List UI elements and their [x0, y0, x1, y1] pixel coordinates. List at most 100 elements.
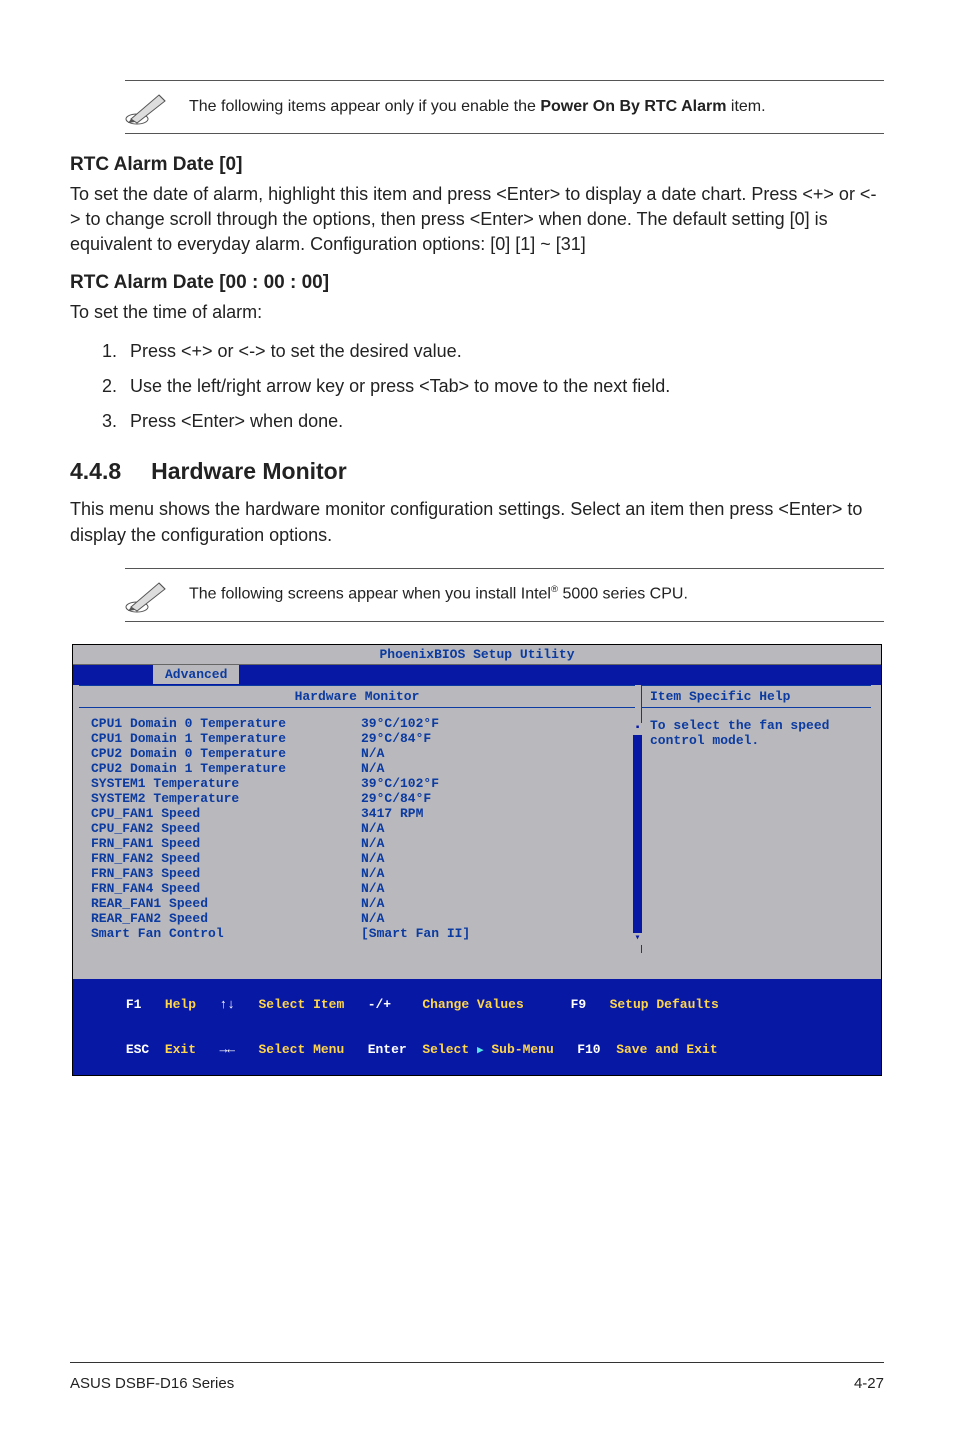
rtc-time-body: To set the time of alarm:: [70, 300, 884, 325]
bios-row-label: REAR_FAN1 Speed: [91, 896, 361, 911]
key-plusminus: -/+: [368, 997, 391, 1012]
bios-row-value: 39°C/102°F: [361, 716, 629, 731]
scrollbar-track[interactable]: [633, 723, 642, 945]
footer-save-exit: Save and Exit: [616, 1042, 717, 1057]
bios-row[interactable]: Smart Fan Control[Smart Fan II]: [91, 926, 629, 941]
rtc-time-steps: Press <+> or <-> to set the desired valu…: [70, 339, 884, 435]
bios-row[interactable]: FRN_FAN2 SpeedN/A: [91, 851, 629, 866]
bios-row[interactable]: CPU2 Domain 0 TemperatureN/A: [91, 746, 629, 761]
pencil-note-icon: [125, 89, 169, 125]
bios-row-label: CPU_FAN1 Speed: [91, 806, 361, 821]
bios-row-value: N/A: [361, 911, 629, 926]
note-text: The following screens appear when you in…: [189, 583, 688, 606]
bios-row[interactable]: CPU_FAN1 Speed3417 RPM: [91, 806, 629, 821]
bios-row-value: 3417 RPM: [361, 806, 629, 821]
key-f1: F1: [126, 997, 142, 1012]
bios-row[interactable]: FRN_FAN4 SpeedN/A: [91, 881, 629, 896]
bios-tab-bar: Advanced: [73, 665, 881, 685]
rtc-date-body: To set the date of alarm, highlight this…: [70, 182, 884, 258]
bios-row[interactable]: CPU1 Domain 1 Temperature29°C/84°F: [91, 731, 629, 746]
footer-exit: Exit: [165, 1042, 196, 1057]
footer-select-item: Select Item: [258, 997, 344, 1012]
bios-help-panel: Item Specific Help ▪ ▾ To select the fan…: [641, 685, 881, 953]
bios-help-title: Item Specific Help: [642, 685, 871, 708]
note-power-on-rtc: The following items appear only if you e…: [125, 80, 884, 134]
bios-row-value: N/A: [361, 746, 629, 761]
footer-left: ASUS DSBF-D16 Series: [70, 1375, 234, 1392]
bios-row-label: SYSTEM2 Temperature: [91, 791, 361, 806]
key-f10: F10: [577, 1042, 600, 1057]
triangle-right-icon: ▶: [477, 1045, 484, 1057]
key-leftright-icon: →←: [219, 1042, 235, 1057]
list-item: Use the left/right arrow key or press <T…: [122, 374, 884, 399]
bios-row-label: CPU1 Domain 1 Temperature: [91, 731, 361, 746]
bios-row-label: FRN_FAN3 Speed: [91, 866, 361, 881]
bios-row[interactable]: SYSTEM2 Temperature29°C/84°F: [91, 791, 629, 806]
bios-main-panel: Hardware Monitor CPU1 Domain 0 Temperatu…: [73, 685, 641, 953]
bios-row-label: FRN_FAN1 Speed: [91, 836, 361, 851]
note-intel-cpu: The following screens appear when you in…: [125, 568, 884, 622]
note2-prefix: The following screens appear when you in…: [189, 586, 551, 603]
bios-row-value: N/A: [361, 866, 629, 881]
bios-row[interactable]: REAR_FAN2 SpeedN/A: [91, 911, 629, 926]
note-text: The following items appear only if you e…: [189, 96, 766, 118]
bios-row-label: CPU_FAN2 Speed: [91, 821, 361, 836]
bios-row-label: CPU2 Domain 0 Temperature: [91, 746, 361, 761]
footer-page-number: 4-27: [854, 1375, 884, 1392]
bios-row-value: N/A: [361, 761, 629, 776]
bios-row-label: CPU1 Domain 0 Temperature: [91, 716, 361, 731]
bios-row-value: N/A: [361, 896, 629, 911]
bios-row-value: 29°C/84°F: [361, 731, 629, 746]
note-bold: Power On By RTC Alarm: [540, 98, 726, 115]
bios-spacer: [73, 953, 881, 979]
key-f9: F9: [571, 997, 587, 1012]
footer-help: Help: [165, 997, 196, 1012]
bios-row-value: 39°C/102°F: [361, 776, 629, 791]
footer-setup-defaults: Setup Defaults: [610, 997, 719, 1012]
rtc-time-heading: RTC Alarm Date [00 : 00 : 00]: [70, 272, 884, 294]
bios-panel-title: Hardware Monitor: [79, 685, 635, 708]
bios-row[interactable]: CPU1 Domain 0 Temperature39°C/102°F: [91, 716, 629, 731]
bios-row[interactable]: CPU2 Domain 1 TemperatureN/A: [91, 761, 629, 776]
bios-row[interactable]: REAR_FAN1 SpeedN/A: [91, 896, 629, 911]
bios-title: PhoenixBIOS Setup Utility: [73, 645, 881, 665]
bios-row-label: CPU2 Domain 1 Temperature: [91, 761, 361, 776]
bios-row-label: FRN_FAN4 Speed: [91, 881, 361, 896]
bios-row-label: Smart Fan Control: [91, 926, 361, 941]
registered-icon: ®: [551, 584, 558, 595]
bios-footer: F1 Help ↑↓ Select Item -/+ Change Values…: [73, 979, 881, 1075]
bios-row-value: N/A: [361, 881, 629, 896]
scroll-up-icon[interactable]: ▪: [633, 723, 642, 735]
list-item: Press <Enter> when done.: [122, 409, 884, 434]
section-heading: 4.4.8 Hardware Monitor: [70, 458, 884, 485]
footer-select-menu: Select Menu: [258, 1042, 344, 1057]
bios-row-value: N/A: [361, 836, 629, 851]
bios-row[interactable]: FRN_FAN3 SpeedN/A: [91, 866, 629, 881]
bios-row-label: REAR_FAN2 Speed: [91, 911, 361, 926]
section-number: 4.4.8: [70, 458, 121, 485]
note-prefix: The following items appear only if you e…: [189, 98, 540, 115]
tab-advanced[interactable]: Advanced: [153, 665, 239, 684]
footer-select-submenu: Select ▶ Sub-Menu: [422, 1042, 553, 1057]
note-suffix: item.: [726, 98, 765, 115]
key-enter: Enter: [368, 1042, 407, 1057]
rtc-date-heading: RTC Alarm Date [0]: [70, 154, 884, 176]
bios-row[interactable]: FRN_FAN1 SpeedN/A: [91, 836, 629, 851]
list-item: Press <+> or <-> to set the desired valu…: [122, 339, 884, 364]
bios-row-value: [Smart Fan II]: [361, 926, 629, 941]
key-updown-icon: ↑↓: [219, 997, 235, 1012]
bios-row[interactable]: SYSTEM1 Temperature39°C/102°F: [91, 776, 629, 791]
bios-row[interactable]: CPU_FAN2 SpeedN/A: [91, 821, 629, 836]
page-footer: ASUS DSBF-D16 Series 4-27: [70, 1362, 884, 1392]
footer-change-values: Change Values: [422, 997, 523, 1012]
bios-row-value: N/A: [361, 851, 629, 866]
bios-row-label: FRN_FAN2 Speed: [91, 851, 361, 866]
pencil-note-icon: [125, 577, 169, 613]
note2-suffix: 5000 series CPU.: [558, 586, 688, 603]
bios-screen: PhoenixBIOS Setup Utility Advanced Hardw…: [72, 644, 882, 1076]
bios-help-text: To select the fan speed control model.: [642, 708, 871, 758]
scroll-down-icon[interactable]: ▾: [633, 933, 642, 945]
section-title: Hardware Monitor: [151, 458, 347, 484]
bios-rows: CPU1 Domain 0 Temperature39°C/102°FCPU1 …: [73, 708, 641, 953]
bios-row-label: SYSTEM1 Temperature: [91, 776, 361, 791]
